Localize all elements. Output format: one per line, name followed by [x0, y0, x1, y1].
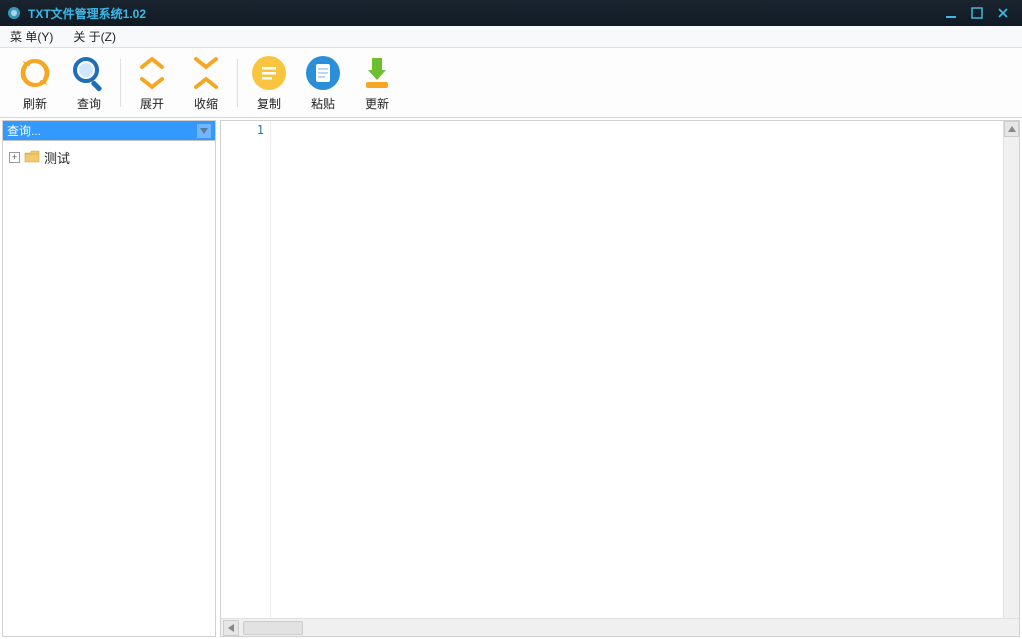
collapse-icon [186, 53, 226, 93]
main-area: 查询... + 测试 1 [0, 118, 1022, 639]
editor-panel: 1 [220, 120, 1020, 637]
search-label: 查询 [77, 95, 101, 112]
tree-node-label: 测试 [44, 148, 70, 167]
horizontal-scrollbar[interactable] [221, 618, 1019, 636]
update-button[interactable]: 更新 [350, 49, 404, 116]
menubar: 菜 单(Y) 关 于(Z) [0, 26, 1022, 48]
vertical-scrollbar[interactable] [1003, 121, 1019, 618]
refresh-label: 刷新 [23, 95, 47, 112]
toolbar-separator [237, 59, 238, 107]
update-icon [357, 53, 397, 93]
menu-item-about[interactable]: 关 于(Z) [69, 26, 120, 47]
collapse-label: 收缩 [194, 95, 218, 112]
search-icon [69, 53, 109, 93]
copy-label: 复制 [257, 95, 281, 112]
tree-node[interactable]: + 测试 [7, 147, 211, 167]
tree-view[interactable]: + 测试 [3, 141, 215, 636]
window-title: TXT文件管理系统1.02 [28, 5, 146, 22]
line-number-gutter: 1 [221, 121, 271, 618]
close-button[interactable] [996, 6, 1010, 20]
search-combo-text: 查询... [7, 122, 197, 139]
scrollbar-thumb[interactable] [243, 621, 303, 635]
expand-icon [132, 53, 172, 93]
search-button[interactable]: 查询 [62, 49, 116, 116]
expand-button[interactable]: 展开 [125, 49, 179, 116]
window-controls [944, 6, 1016, 20]
refresh-icon [15, 53, 55, 93]
search-combo[interactable]: 查询... [3, 121, 215, 141]
folder-icon [24, 149, 40, 165]
paste-icon [303, 53, 343, 93]
menu-item-menu[interactable]: 菜 单(Y) [6, 26, 57, 47]
sidebar: 查询... + 测试 [2, 120, 216, 637]
paste-label: 粘贴 [311, 95, 335, 112]
scroll-up-icon[interactable] [1004, 121, 1019, 137]
chevron-down-icon[interactable] [197, 124, 211, 138]
maximize-button[interactable] [970, 6, 984, 20]
expand-label: 展开 [140, 95, 164, 112]
collapse-button[interactable]: 收缩 [179, 49, 233, 116]
tree-expander-icon[interactable]: + [9, 152, 20, 163]
paste-button[interactable]: 粘贴 [296, 49, 350, 116]
app-icon [6, 5, 22, 21]
line-number: 1 [227, 123, 264, 137]
toolbar-separator [120, 59, 121, 107]
copy-icon [249, 53, 289, 93]
toolbar: 刷新 查询 展开 收缩 [0, 48, 1022, 118]
refresh-button[interactable]: 刷新 [8, 49, 62, 116]
editor-textarea[interactable] [271, 121, 1003, 618]
update-label: 更新 [365, 95, 389, 112]
scroll-left-icon[interactable] [223, 620, 239, 636]
minimize-button[interactable] [944, 6, 958, 20]
titlebar: TXT文件管理系统1.02 [0, 0, 1022, 26]
copy-button[interactable]: 复制 [242, 49, 296, 116]
editor-body: 1 [221, 121, 1019, 618]
